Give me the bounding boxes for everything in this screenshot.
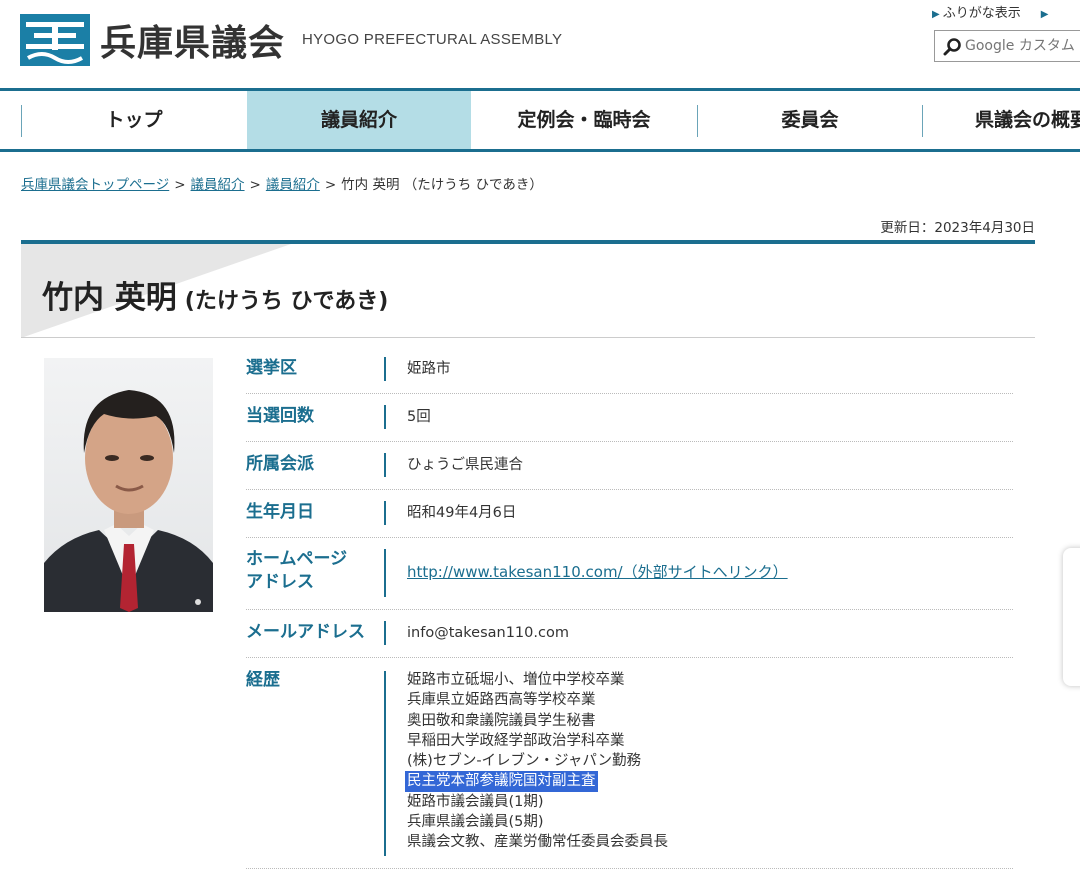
member-kana: (たけうち ひであき) (184, 289, 389, 314)
breadcrumb-current: 竹内 英明 （たけうち ひであき） (341, 177, 543, 193)
row-divider (384, 671, 386, 856)
profile-row-elected: 当選回数 5回 (246, 394, 1013, 442)
career-item: 奥田敬和衆議院議員学生秘書 (407, 712, 596, 729)
breadcrumb-separator: > (249, 177, 261, 193)
row-divider (384, 549, 386, 597)
career-item: 姫路市立砥堀小、増位中学校卒業 (407, 672, 625, 688)
district-label: 選挙区 (246, 358, 297, 378)
breadcrumb-separator: > (324, 177, 337, 193)
breadcrumb-link-home[interactable]: 兵庫県議会トップページ (21, 177, 169, 193)
header-links: ▶ ふりがな表示 ▶ (932, 2, 1071, 21)
member-name: 竹内 英明 (42, 280, 177, 316)
assembly-logo-icon[interactable] (20, 14, 90, 66)
career-item: 早稲田大学政経学部政治学科卒業 (407, 732, 625, 749)
profile-row-career: 経歴 姫路市立砥堀小、増位中学校卒業 兵庫県立姫路西高等学校卒業 奥田敬和衆議院… (246, 658, 1013, 869)
profile-row-homepage: ホームページ アドレス http://www.takesan110.com/（外部… (246, 538, 1013, 610)
breadcrumb-link-members[interactable]: 議員紹介 (191, 177, 245, 193)
homepage-label-line1: ホームページ (246, 549, 348, 569)
career-label: 経歴 (246, 670, 280, 690)
row-divider (384, 501, 386, 525)
profile-row-district: 選挙区 姫路市 (246, 346, 1013, 394)
breadcrumb-link-members-list[interactable]: 議員紹介 (266, 177, 320, 193)
elected-label: 当選回数 (246, 406, 314, 426)
header-link-2[interactable]: ▶ (1041, 6, 1052, 21)
breadcrumb-separator: > (174, 177, 186, 193)
career-item: 兵庫県立姫路西高等学校卒業 (407, 692, 596, 709)
global-nav: トップ 議員紹介 定例会・臨時会 委員会 県議会の概要 (0, 88, 1080, 152)
email-label: メールアドレス (246, 622, 365, 642)
profile-row-email: メールアドレス info@takesan110.com (246, 610, 1013, 658)
career-item: (株)セブン-イレブン・ジャパン勤務 (407, 753, 642, 770)
triangle-right-icon: ▶ (1040, 9, 1049, 20)
row-divider (384, 453, 386, 477)
triangle-right-icon: ▶ (932, 9, 940, 20)
row-divider (384, 405, 386, 429)
search-input[interactable] (965, 34, 1080, 58)
member-portrait-image (44, 358, 213, 612)
nav-item-committees[interactable]: 委員会 (698, 91, 922, 149)
email-value[interactable]: info@takesan110.com (407, 623, 569, 643)
homepage-label: ホームページ アドレス (246, 548, 347, 594)
district-value: 姫路市 (407, 361, 451, 377)
profile-table: 選挙区 姫路市 当選回数 5回 所属会派 ひょうご県民連合 生年月日 昭和49年… (246, 346, 1013, 869)
row-divider (384, 357, 386, 381)
career-item: 兵庫県議会議員(5期) (407, 814, 544, 831)
profile-row-birthday: 生年月日 昭和49年4月6日 (246, 490, 1013, 538)
member-photo (44, 358, 213, 612)
site-title[interactable]: 兵庫県議会 (100, 14, 285, 66)
site-title-en: HYOGO PREFECTURAL ASSEMBLY (302, 31, 563, 48)
career-item-selected: 民主党本部参議院国対副主査 (405, 771, 598, 792)
furigana-link-label: ふりがな表示 (942, 6, 1021, 21)
nav-item-sessions[interactable]: 定例会・臨時会 (472, 91, 696, 149)
search-icon[interactable] (943, 37, 963, 57)
breadcrumb: 兵庫県議会トップページ > 議員紹介 > 議員紹介 > 竹内 英明 （たけうち ひであき） (21, 173, 543, 193)
homepage-label-line2: アドレス (246, 572, 314, 592)
faction-label: 所属会派 (246, 454, 314, 474)
homepage-value: http://www.takesan110.com/（外部サイトへリンク） (407, 562, 788, 583)
site-header: 兵庫県議会 HYOGO PREFECTURAL ASSEMBLY ▶ ふりがな表示… (0, 0, 1080, 88)
nav-item-top[interactable]: トップ (22, 91, 246, 149)
elected-value: 5回 (407, 409, 431, 425)
career-item: 姫路市議会議員(1期) (407, 793, 544, 810)
furigana-link[interactable]: ▶ ふりがな表示 (932, 6, 1021, 21)
site-search (934, 30, 1080, 62)
career-list: 姫路市立砥堀小、増位中学校卒業 兵庫県立姫路西高等学校卒業 奥田敬和衆議院議員学… (405, 670, 668, 853)
homepage-link[interactable]: http://www.takesan110.com/（外部サイトへリンク） (407, 563, 788, 581)
nav-item-overview[interactable]: 県議会の概要 (923, 91, 1080, 149)
updated-date: 更新日：2023年4月30日 (880, 220, 1035, 236)
faction-value: ひょうご県民連合 (407, 457, 523, 473)
page-title-bar: 竹内 英明 (たけうち ひであき) (21, 240, 1035, 338)
floating-side-panel[interactable] (1063, 548, 1080, 686)
nav-item-members[interactable]: 議員紹介 (247, 91, 471, 149)
career-item: 県議会文教、産業労働常任委員会委員長 (407, 834, 668, 851)
birthday-value: 昭和49年4月6日 (407, 505, 517, 521)
row-divider (384, 621, 386, 645)
profile-row-faction: 所属会派 ひょうご県民連合 (246, 442, 1013, 490)
page-title: 竹内 英明 (たけうち ひであき) (42, 272, 388, 317)
birthday-label: 生年月日 (246, 502, 314, 522)
